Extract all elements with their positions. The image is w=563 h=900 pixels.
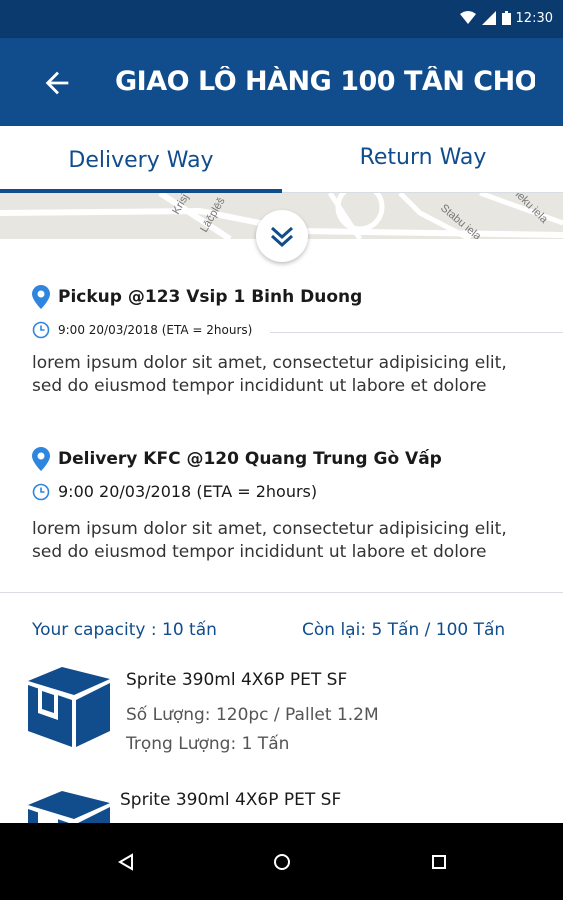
tab-return-way[interactable]: Return Way <box>282 126 563 192</box>
triangle-back-icon <box>118 853 133 871</box>
expand-map-button[interactable] <box>256 210 308 262</box>
item-weight: Trọng Lượng: 1 Tấn <box>126 734 290 754</box>
stop-time: 9:00 20/03/2018 (ETA = 2hours) <box>58 482 318 501</box>
your-capacity: Your capacity : 10 tấn <box>32 620 217 640</box>
stop-time-row: 9:00 20/03/2018 (ETA = 2hours) <box>32 482 317 501</box>
package-box-icon <box>28 667 110 747</box>
nav-home-button[interactable] <box>267 847 297 877</box>
tab-bar: Delivery Way Return Way <box>0 126 563 193</box>
divider <box>270 332 563 333</box>
item-name: Sprite 390ml 4X6P PET SF <box>126 670 348 690</box>
stop-title: Delivery KFC @120 Quang Trung Gò Vấp <box>58 449 442 469</box>
item-quantity: Số Lượng: 120pc / Pallet 1.2M <box>126 705 379 725</box>
signal-icon <box>482 11 496 25</box>
wifi-icon <box>460 11 476 24</box>
item-name: Sprite 390ml 4X6P PET SF <box>120 790 342 810</box>
section-divider <box>0 592 563 593</box>
stop-description: lorem ipsum dolor sit amet, consectetur … <box>32 353 507 396</box>
location-pin-icon <box>32 285 50 309</box>
battery-icon <box>502 11 511 25</box>
package-box-icon <box>28 791 110 827</box>
arrow-back-icon[interactable] <box>40 66 74 100</box>
status-icons <box>460 11 511 25</box>
tab-label: Delivery Way <box>68 148 214 173</box>
clock-icon <box>32 321 50 339</box>
system-nav-bar <box>0 823 563 900</box>
app-bar: GIAO LÔ HÀNG 100 TẤN CHO .... <box>0 38 563 126</box>
tab-label: Return Way <box>359 145 487 170</box>
stop-title: Pickup @123 Vsip 1 Binh Duong <box>58 287 363 307</box>
stop-description: lorem ipsum dolor sit amet, consectetur … <box>32 519 507 562</box>
page-title: GIAO LÔ HÀNG 100 TẤN CHO .... <box>115 66 535 97</box>
tab-delivery-way[interactable]: Delivery Way <box>0 126 282 192</box>
status-time: 12:30 <box>515 11 553 26</box>
double-chevron-down-icon <box>270 226 294 248</box>
nav-recents-button[interactable] <box>424 847 454 877</box>
clock-icon <box>32 483 50 500</box>
stop-header: Pickup @123 Vsip 1 Binh Duong <box>32 285 362 309</box>
square-recents-icon <box>432 855 446 869</box>
stop-header: Delivery KFC @120 Quang Trung Gò Vấp <box>32 447 442 471</box>
nav-back-button[interactable] <box>111 847 141 877</box>
stop-time-row: 9:00 20/03/2018 (ETA = 2hours) <box>32 321 252 339</box>
location-pin-icon <box>32 447 50 471</box>
status-bar: 12:30 <box>0 0 563 38</box>
stop-time: 9:00 20/03/2018 (ETA = 2hours) <box>58 323 253 337</box>
circle-home-icon <box>274 854 290 870</box>
remaining-capacity: Còn lại: 5 Tấn / 100 Tấn <box>302 620 506 640</box>
